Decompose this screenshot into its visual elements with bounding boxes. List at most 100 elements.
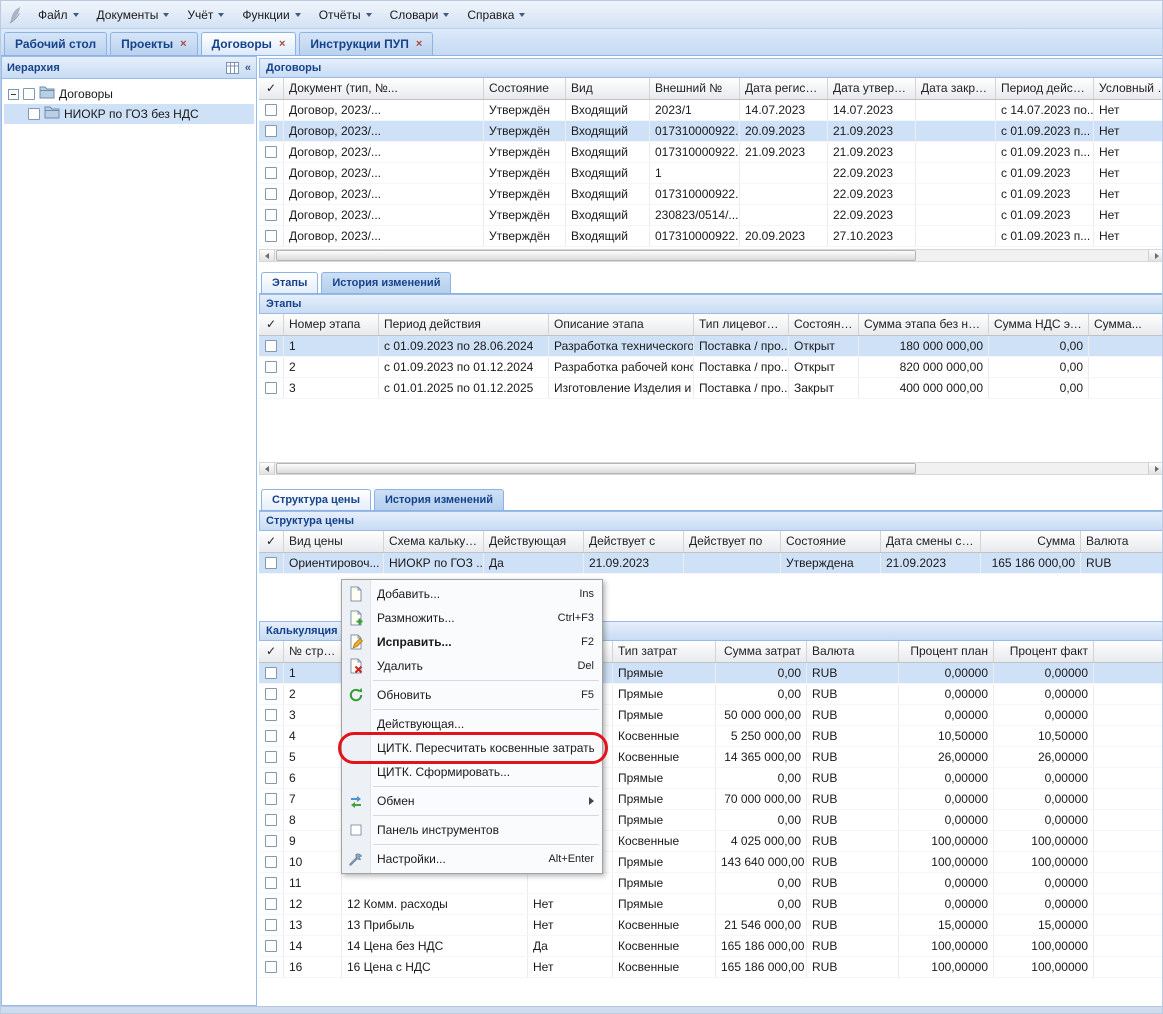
table-row[interactable]: 2с 01.09.2023 по 01.12.2024Разработка ра… (259, 357, 1163, 378)
context-menu-item[interactable]: УдалитьDel (342, 654, 602, 678)
row-checkbox[interactable] (265, 688, 277, 700)
row-checkbox[interactable] (265, 361, 277, 373)
row-checkbox[interactable] (265, 835, 277, 847)
table-row[interactable]: 1414 Цена без НДСДаКосвенные165 186 000,… (259, 936, 1163, 957)
context-menu-item[interactable]: Действующая... (342, 712, 602, 736)
column-header[interactable]: Вид цены (284, 531, 384, 552)
column-header[interactable]: Действует с (584, 531, 684, 552)
table-row[interactable]: Договор, 2023/...УтверждёнВходящий230823… (259, 205, 1163, 226)
table-row[interactable]: Договор, 2023/...УтверждёнВходящий017310… (259, 226, 1163, 247)
row-checkbox[interactable] (265, 188, 277, 200)
column-header[interactable]: Сумма затрат (716, 641, 807, 662)
menubar-item[interactable]: Учёт (178, 4, 233, 26)
column-header[interactable]: Схема калькуляци... (384, 531, 484, 552)
scroll-left-button[interactable] (260, 463, 275, 474)
column-header[interactable]: ✓ (259, 78, 284, 99)
column-header[interactable]: Номер этапа (284, 314, 379, 335)
row-checkbox[interactable] (265, 709, 277, 721)
tab-close-icon[interactable]: × (416, 39, 422, 50)
inner-tab[interactable]: История изменений (321, 272, 451, 293)
row-checkbox[interactable] (265, 557, 277, 569)
main-tab[interactable]: Договоры× (201, 32, 297, 55)
table-row[interactable]: 1212 Комм. расходыНетПрямые0,00RUB0,0000… (259, 894, 1163, 915)
row-checkbox[interactable] (265, 730, 277, 742)
column-header[interactable]: Описание этапа (549, 314, 694, 335)
inner-tab[interactable]: Структура цены (261, 489, 371, 510)
row-checkbox[interactable] (265, 961, 277, 973)
row-checkbox[interactable] (265, 230, 277, 242)
row-checkbox[interactable] (265, 856, 277, 868)
table-row[interactable]: Ориентировоч...НИОКР по ГОЗ ...Да21.09.2… (259, 553, 1163, 574)
column-header[interactable]: Вид (566, 78, 650, 99)
column-header[interactable]: Действует по (684, 531, 781, 552)
scroll-right-button[interactable] (1148, 463, 1163, 474)
context-menu-item[interactable]: Панель инструментов (342, 818, 602, 842)
table-row[interactable]: 1с 01.09.2023 по 28.06.2024Разработка те… (259, 336, 1163, 357)
table-row[interactable]: 1313 ПрибыльНетКосвенные21 546 000,00RUB… (259, 915, 1163, 936)
horizontal-scrollbar[interactable] (259, 249, 1163, 262)
column-header[interactable]: Сумма (981, 531, 1081, 552)
tab-close-icon[interactable]: × (180, 39, 186, 50)
inner-tab[interactable]: Этапы (261, 272, 318, 293)
menubar-item[interactable]: Документы (88, 4, 179, 26)
column-header[interactable]: ✓ (259, 531, 284, 552)
column-header[interactable]: Валюта (807, 641, 899, 662)
context-menu-item[interactable]: Добавить...Ins (342, 582, 602, 606)
menubar-item[interactable]: Справка (458, 4, 534, 26)
column-header[interactable]: Состояние (781, 531, 881, 552)
table-row[interactable]: Договор, 2023/...УтверждёнВходящий122.09… (259, 163, 1163, 184)
column-header[interactable] (1094, 641, 1163, 662)
grid-view-icon[interactable] (226, 62, 239, 74)
column-header[interactable]: ✓ (259, 314, 284, 335)
column-header[interactable]: ✓ (259, 641, 284, 662)
row-checkbox[interactable] (265, 382, 277, 394)
menubar-item[interactable]: Отчёты (310, 4, 381, 26)
horizontal-scrollbar[interactable] (259, 462, 1163, 475)
row-checkbox[interactable] (265, 667, 277, 679)
row-checkbox[interactable] (265, 146, 277, 158)
column-header[interactable]: Валюта (1081, 531, 1163, 552)
table-row[interactable]: Договор, 2023/...УтверждёнВходящий017310… (259, 142, 1163, 163)
scrollbar-thumb[interactable] (276, 463, 916, 474)
tree-checkbox[interactable] (23, 88, 35, 100)
menubar-item[interactable]: Функции (233, 4, 309, 26)
column-header[interactable]: Сумма НДС этапа (989, 314, 1089, 335)
row-checkbox[interactable] (265, 919, 277, 931)
column-header[interactable]: Документ (тип, №... (284, 78, 484, 99)
main-tab[interactable]: Проекты× (110, 32, 198, 55)
table-row[interactable]: Договор, 2023/...УтверждёнВходящий017310… (259, 121, 1163, 142)
row-checkbox[interactable] (265, 877, 277, 889)
context-menu-item[interactable]: Настройки...Alt+Enter (342, 847, 602, 871)
table-row[interactable]: Договор, 2023/...УтверждёнВходящий2023/1… (259, 100, 1163, 121)
row-checkbox[interactable] (265, 104, 277, 116)
row-checkbox[interactable] (265, 209, 277, 221)
table-row[interactable]: Договор, 2023/...УтверждёнВходящий017310… (259, 184, 1163, 205)
row-checkbox[interactable] (265, 167, 277, 179)
column-header[interactable]: Действующая (484, 531, 584, 552)
inner-tab[interactable]: История изменений (374, 489, 504, 510)
menubar-item[interactable]: Файл (29, 4, 88, 26)
context-menu-item[interactable]: Обмен (342, 789, 602, 813)
column-header[interactable]: Состояние (789, 314, 859, 335)
row-checkbox[interactable] (265, 125, 277, 137)
tab-close-icon[interactable]: × (279, 39, 285, 50)
column-header[interactable]: Сумма... (1089, 314, 1163, 335)
row-checkbox[interactable] (265, 772, 277, 784)
column-header[interactable]: Дата закрытия (916, 78, 996, 99)
context-menu-item[interactable]: ЦИТК. Пересчитать косвенные затраты... (342, 736, 602, 760)
row-checkbox[interactable] (265, 814, 277, 826)
column-header[interactable]: Состояние (484, 78, 566, 99)
column-header[interactable]: Процент план (899, 641, 994, 662)
column-header[interactable]: Дата регистрации (740, 78, 828, 99)
tree-item-contracts[interactable]: Договоры (4, 84, 254, 104)
column-header[interactable]: Сумма этапа без налогов (859, 314, 989, 335)
scroll-right-button[interactable] (1148, 250, 1163, 261)
tree-item-niokr[interactable]: НИОКР по ГОЗ без НДС (4, 104, 254, 124)
main-tab[interactable]: Инструкции ПУП× (299, 32, 433, 55)
row-checkbox[interactable] (265, 940, 277, 952)
menubar-item[interactable]: Словари (381, 4, 459, 26)
column-header[interactable]: Тип лицевого счёт... (694, 314, 789, 335)
column-header[interactable]: Условный догов... (1094, 78, 1163, 99)
table-row[interactable]: 1616 Цена с НДСНетКосвенные165 186 000,0… (259, 957, 1163, 978)
column-header[interactable]: № строки (284, 641, 342, 662)
